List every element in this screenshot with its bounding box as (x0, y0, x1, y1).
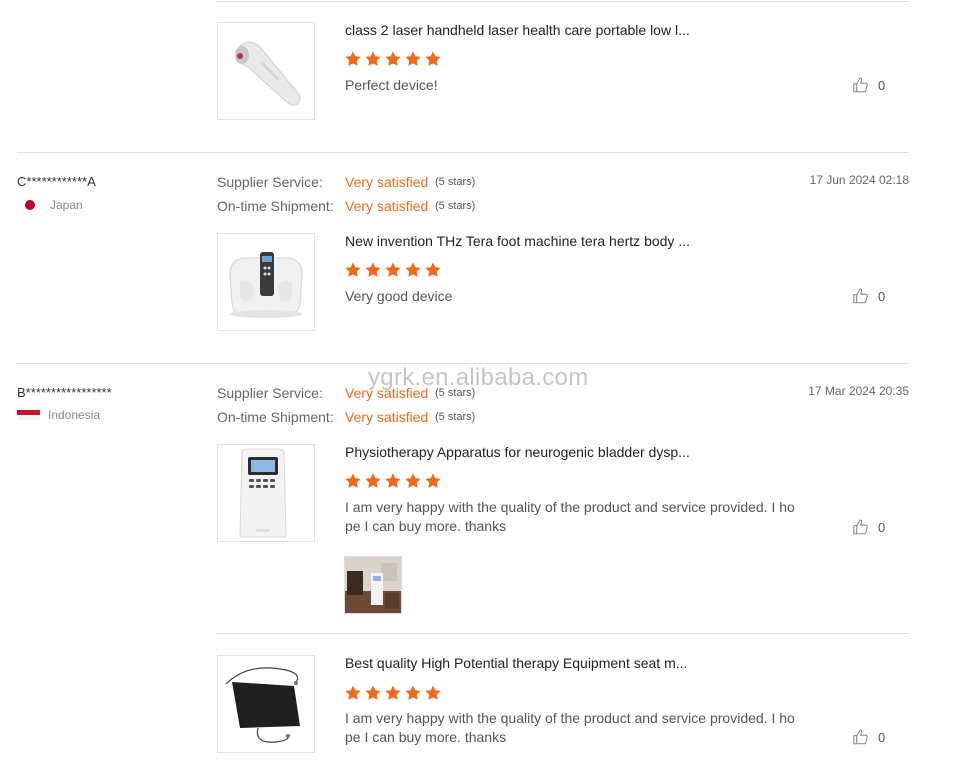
product-thumbnail[interactable] (217, 233, 315, 331)
review-photo[interactable] (344, 556, 402, 614)
product-title[interactable]: New invention THz Tera foot machine tera… (345, 233, 690, 249)
like-button[interactable]: 0 (852, 728, 885, 746)
product-thumbnail[interactable] (217, 444, 315, 542)
on-time-shipment-label: On-time Shipment: (217, 198, 334, 214)
reviewer-country: Japan (24, 198, 83, 212)
star-icon (344, 50, 362, 68)
star-icon (424, 50, 442, 68)
on-time-shipment-stars: (5 stars) (435, 411, 476, 423)
country-name: Indonesia (48, 408, 101, 422)
star-icon (364, 472, 382, 490)
on-time-shipment-value: Very satisfied (345, 198, 429, 214)
review-comment: I am very happy with the quality of the … (345, 498, 795, 536)
product-title[interactable]: class 2 laser handheld laser health care… (345, 22, 690, 38)
review-comment-line: I am very happy with the quality of the … (345, 710, 795, 726)
divider (217, 1, 909, 2)
product-title[interactable]: Physiotherapy Apparatus for neurogenic b… (345, 444, 690, 460)
rating-stars (344, 684, 444, 702)
review-date: 17 Jun 2024 02:18 (809, 173, 909, 187)
thumbs-up-icon (852, 728, 870, 746)
star-icon (404, 50, 422, 68)
star-icon (424, 261, 442, 279)
like-button[interactable]: 0 (852, 287, 885, 305)
handheld-laser-image (218, 23, 314, 119)
star-icon (384, 472, 402, 490)
supplier-service-label: Supplier Service: (217, 174, 323, 190)
star-icon (364, 50, 382, 68)
star-icon (344, 261, 362, 279)
thumbs-up-icon (852, 76, 870, 94)
reviewer-name: B***************** (17, 385, 112, 400)
supplier-service-stars: (5 stars) (435, 176, 476, 188)
on-time-shipment-label: On-time Shipment: (217, 409, 334, 425)
like-count: 0 (878, 77, 886, 93)
like-button[interactable]: 0 (852, 76, 885, 94)
star-icon (384, 261, 402, 279)
indonesia-flag-icon (17, 410, 40, 420)
product-thumbnail[interactable] (217, 22, 315, 120)
reviewer-country: Indonesia (17, 408, 100, 422)
star-icon (424, 684, 442, 702)
divider (217, 633, 909, 634)
star-icon (364, 261, 382, 279)
review-comment-line: pe I can buy more. thanks (345, 729, 507, 745)
star-icon (424, 472, 442, 490)
on-time-shipment-value: Very satisfied (345, 409, 429, 425)
star-icon (404, 684, 422, 702)
divider (17, 152, 909, 153)
rating-stars (344, 472, 444, 490)
customer-photo-image (345, 557, 401, 613)
reviewer-name: C************A (17, 174, 96, 189)
star-icon (344, 472, 362, 490)
like-count: 0 (878, 288, 886, 304)
star-icon (364, 684, 382, 702)
japan-flag-icon (25, 200, 35, 210)
supplier-service-value: Very satisfied (345, 385, 429, 401)
like-count: 0 (878, 729, 886, 745)
foot-machine-image (218, 234, 314, 330)
divider (17, 363, 909, 364)
product-thumbnail[interactable] (217, 655, 315, 753)
star-icon (384, 50, 402, 68)
therapy-seat-mat-image (218, 656, 314, 752)
review-comment: Perfect device! (345, 77, 438, 93)
star-icon (404, 472, 422, 490)
country-name: Japan (50, 198, 83, 212)
review-comment: I am very happy with the quality of the … (345, 709, 795, 747)
physiotherapy-apparatus-image (218, 445, 314, 541)
star-icon (344, 684, 362, 702)
review-comment-line: I am very happy with the quality of the … (345, 499, 795, 515)
star-icon (404, 261, 422, 279)
review-comment-line: pe I can buy more. thanks (345, 518, 507, 534)
review-comment: Very good device (345, 288, 453, 304)
thumbs-up-icon (852, 518, 870, 536)
thumbs-up-icon (852, 287, 870, 305)
product-title[interactable]: Best quality High Potential therapy Equi… (345, 655, 687, 671)
on-time-shipment-stars: (5 stars) (435, 200, 476, 212)
like-count: 0 (878, 519, 886, 535)
rating-stars (344, 261, 444, 279)
supplier-service-value: Very satisfied (345, 174, 429, 190)
supplier-service-stars: (5 stars) (435, 387, 476, 399)
supplier-service-label: Supplier Service: (217, 385, 323, 401)
star-icon (384, 684, 402, 702)
review-date: 17 Mar 2024 20:35 (808, 384, 909, 398)
like-button[interactable]: 0 (852, 518, 885, 536)
rating-stars (344, 50, 444, 68)
